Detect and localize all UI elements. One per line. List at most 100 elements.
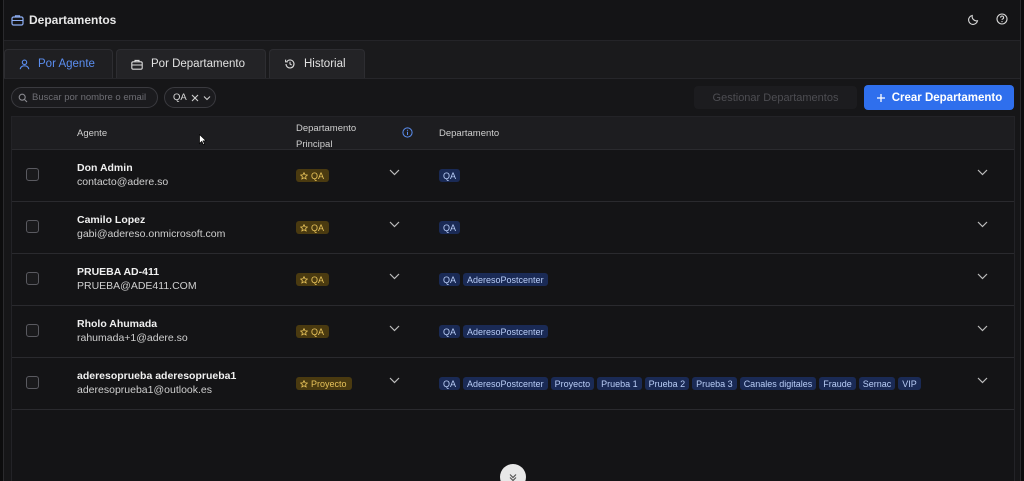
row-checkbox[interactable] [26,324,39,337]
agent-email: rahumada+1@adere.so [77,332,188,344]
main-department-tag[interactable]: QA [296,221,330,234]
chevron-down-icon[interactable] [977,273,988,280]
main-department-label: QA [311,170,325,181]
star-icon [300,327,308,336]
plus-icon [876,93,886,103]
main-department-label: QA [311,222,325,233]
moon-icon[interactable] [968,13,980,25]
history-icon [284,58,296,70]
search-icon [18,93,28,103]
search-input[interactable] [32,92,152,103]
department-tags: QA [439,169,461,182]
chevron-down-icon[interactable] [389,169,400,176]
agents-table: Agente Departamento Principal Departamen… [11,116,1015,481]
star-icon [300,171,308,180]
department-tag: Prueba 3 [692,377,737,390]
department-tag: Prueba 1 [597,377,642,390]
chevron-down-icon[interactable] [389,377,400,384]
department-tags: QA AderesoPostcenter [439,325,548,338]
agent-email: aderesoprueba1@outlook.es [77,384,213,396]
agents-panel: QA Gestionar Departamentos Crear Departa… [4,78,1020,481]
search-box[interactable] [11,87,158,108]
briefcase-icon [11,14,24,26]
main-department-tag[interactable]: QA [296,325,330,338]
department-tags: QA AderesoPostcenter [439,273,548,286]
help-icon[interactable] [996,13,1008,25]
table-row[interactable]: PRUEBA AD-411 PRUEBA@ADE411.COM QA QA Ade… [12,254,1014,306]
main-department-tag[interactable]: QA [296,273,330,286]
chevron-down-icon[interactable] [389,273,400,280]
app-window: Departamentos Por Agente Por Departament… [3,0,1021,481]
row-checkbox[interactable] [26,376,39,389]
table-row[interactable]: Camilo Lopez gabi@adereso.onmicrosoft.co… [12,202,1014,254]
agent-name: Don Admin [77,162,133,174]
header-departamento-principal: Departamento Principal [296,121,356,153]
star-icon [300,379,308,388]
close-icon[interactable] [191,94,199,102]
department-tag: QA [439,325,461,338]
department-tag: QA [439,221,461,234]
department-tag: AderesoPostcenter [463,377,548,390]
chevron-down-icon[interactable] [203,95,211,101]
main-department-tag[interactable]: QA [296,169,330,182]
main-department-tag[interactable]: Proyecto [296,377,352,390]
manage-departments-button[interactable]: Gestionar Departamentos [694,86,857,109]
main-department-label: Proyecto [311,378,347,389]
main-department-label: QA [311,274,325,285]
chevron-down-icon[interactable] [977,325,988,332]
chevron-down-icon[interactable] [977,221,988,228]
tab-bar: Por Agente Por Departamento Historial [4,49,365,78]
header-departamento-principal-line1: Departamento [296,123,357,134]
mouse-cursor [199,133,207,151]
create-department-label: Crear Departamento [891,91,1003,104]
department-filter-chip[interactable]: QA [164,87,216,108]
manage-departments-label: Gestionar Departamentos [712,91,839,104]
star-icon [300,275,308,284]
department-tag: Sernac [858,377,896,390]
chevron-down-icon[interactable] [977,169,988,176]
main-department-label: QA [311,326,325,337]
tab-label: Por Departamento [151,58,245,70]
filter-value: QA [173,92,187,103]
department-tag: QA [439,169,461,182]
table-row[interactable]: aderesoprueba aderesoprueba1 aderesoprue… [12,358,1014,410]
table-row[interactable]: Don Admin contacto@adere.so QA QA [12,150,1014,202]
tab-label: Por Agente [38,58,95,70]
department-tag: AderesoPostcenter [463,273,548,286]
agent-name: Camilo Lopez [77,214,146,226]
row-checkbox[interactable] [26,220,39,233]
table-header: Agente Departamento Principal Departamen… [12,117,1014,150]
chevron-down-icon[interactable] [977,377,988,384]
star-icon [300,223,308,232]
agent-name: Rholo Ahumada [77,318,158,330]
chevron-down-icon[interactable] [389,325,400,332]
tab-historial[interactable]: Historial [269,49,365,78]
agent-email: gabi@adereso.onmicrosoft.com [77,228,226,240]
agent-email: contacto@adere.so [77,176,169,188]
info-icon[interactable] [402,127,413,138]
top-bar: Departamentos [4,0,1020,41]
table-row[interactable]: Rholo Ahumada rahumada+1@adere.so QA QA A… [12,306,1014,358]
department-tag: AderesoPostcenter [463,325,548,338]
user-icon [19,59,30,70]
tab-por-departamento[interactable]: Por Departamento [116,49,266,78]
row-checkbox[interactable] [26,168,39,181]
tab-por-agente[interactable]: Por Agente [4,49,113,78]
chevron-down-icon [508,472,518,481]
department-tag: VIP [898,377,921,390]
agent-name: PRUEBA AD-411 [77,266,160,278]
briefcase-icon [131,59,143,70]
row-checkbox[interactable] [26,272,39,285]
department-tag: QA [439,377,461,390]
chevron-down-icon[interactable] [389,221,400,228]
create-department-button[interactable]: Crear Departamento [864,85,1014,110]
agent-email: PRUEBA@ADE411.COM [77,280,197,292]
agent-name: aderesoprueba aderesoprueba1 [77,370,237,382]
header-departamento: Departamento [439,128,500,139]
page-title: Departamentos [29,13,117,27]
tab-label: Historial [304,58,346,70]
department-tag: Canales digitales [739,377,817,390]
department-tag: Prueba 2 [644,377,690,390]
department-tag: Fraude [819,377,856,390]
department-tags: QA AderesoPostcenter Proyecto Prueba 1 Prueb… [439,377,921,390]
